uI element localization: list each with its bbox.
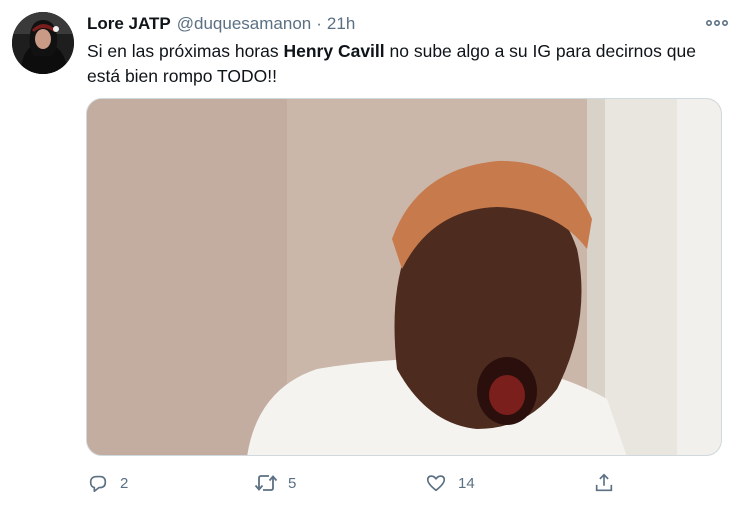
avatar-image: [12, 12, 74, 74]
share-icon: [592, 471, 616, 495]
like-count: 14: [458, 474, 475, 492]
tweet-text: Si en las próximas horas Henry Cavill no…: [87, 39, 717, 89]
retweet-count: 5: [288, 474, 297, 492]
tweet[interactable]: Lore JATP @duquesamanon · 21h Si en las …: [0, 0, 744, 512]
tweet-text-part: Si en las próximas horas: [87, 41, 284, 61]
avatar[interactable]: [12, 12, 74, 74]
tweet-actions: 2 5 14: [86, 466, 646, 500]
media-image: [87, 99, 721, 455]
retweet-button[interactable]: 5: [254, 466, 296, 500]
tweet-media[interactable]: [86, 98, 722, 456]
user-handle[interactable]: @duquesamanon: [177, 13, 311, 35]
like-button[interactable]: 14: [424, 466, 475, 500]
heart-icon: [424, 471, 448, 495]
tweet-text-bold: Henry Cavill: [283, 41, 385, 61]
timestamp[interactable]: 21h: [327, 13, 355, 35]
display-name[interactable]: Lore JATP: [87, 13, 171, 35]
retweet-icon: [254, 471, 278, 495]
share-button[interactable]: [592, 466, 616, 500]
reply-icon: [86, 471, 110, 495]
more-button[interactable]: [702, 12, 732, 34]
reply-count: 2: [120, 474, 129, 492]
separator-dot: ·: [316, 14, 322, 33]
more-icon: [706, 20, 728, 26]
reply-button[interactable]: 2: [86, 466, 128, 500]
tweet-header: Lore JATP @duquesamanon · 21h: [87, 12, 728, 36]
